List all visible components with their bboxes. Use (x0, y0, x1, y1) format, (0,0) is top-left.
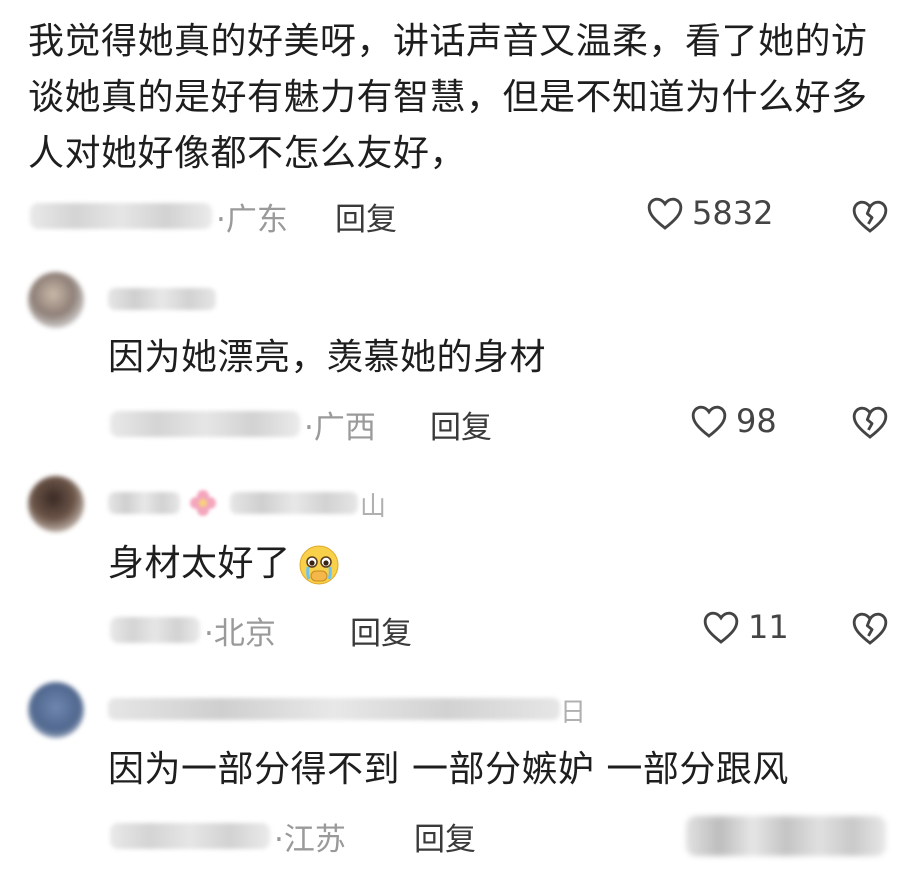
like-count: 98 (736, 402, 777, 440)
like-button[interactable]: 98 (690, 402, 777, 440)
date-redacted (110, 823, 270, 849)
location-label: ·江苏 (274, 821, 346, 858)
date-redacted (110, 411, 300, 437)
reply-button[interactable]: 回复 (335, 194, 397, 239)
like-button[interactable]: 5832 (646, 194, 773, 232)
like-count: 5832 (692, 194, 774, 232)
username-redacted[interactable] (108, 492, 180, 514)
main-comment-text: 我觉得她真的好美呀，讲话声音又温柔，看了她的访谈她真的是好有魅力有智慧，但是不知… (28, 21, 868, 174)
location-label: ·北京 (204, 615, 276, 652)
location-label: ·广西 (304, 409, 376, 446)
reply-button[interactable]: 回复 (350, 608, 412, 653)
broken-heart-icon (852, 200, 888, 233)
like-count: 11 (748, 608, 789, 646)
reply-text: 因为她漂亮，羡慕她的身材 (108, 337, 547, 378)
reply-text: 因为一部分得不到 一部分嫉妒 一部分跟风 (108, 749, 789, 790)
crying-face-emoji (299, 545, 339, 585)
heart-outline-icon (647, 197, 683, 230)
reply-meta: ·广西 (110, 402, 376, 446)
username-tail: 山 (360, 492, 387, 522)
like-controls-redacted (686, 816, 886, 856)
broken-heart-icon (852, 406, 888, 439)
like-button[interactable]: 11 (702, 608, 789, 646)
broken-heart-icon (852, 612, 888, 645)
avatar[interactable] (28, 682, 84, 738)
dislike-button[interactable] (851, 404, 889, 444)
avatar[interactable] (28, 272, 84, 328)
username-redacted[interactable] (108, 698, 560, 720)
reply-text-body: 身材太好了 (108, 543, 291, 584)
flower-badge-icon (190, 490, 216, 516)
username-redacted[interactable] (108, 288, 216, 310)
main-comment-meta: ·广东 (30, 194, 288, 238)
heart-outline-icon (691, 405, 727, 438)
reply-text: 身材太好了 (108, 542, 341, 587)
dislike-button[interactable] (851, 198, 889, 238)
reply-meta: ·江苏 (110, 814, 346, 858)
avatar[interactable] (28, 476, 84, 532)
username-tail: 日 (560, 698, 587, 728)
date-redacted (110, 617, 200, 643)
date-redacted (30, 203, 212, 229)
reply-button[interactable]: 回复 (414, 814, 476, 859)
heart-outline-icon (703, 611, 739, 644)
username-redacted[interactable] (230, 492, 358, 514)
location-label: ·广东 (216, 201, 288, 238)
dislike-button[interactable] (851, 610, 889, 650)
reply-meta: ·北京 (110, 608, 276, 652)
reply-button[interactable]: 回复 (430, 402, 492, 447)
